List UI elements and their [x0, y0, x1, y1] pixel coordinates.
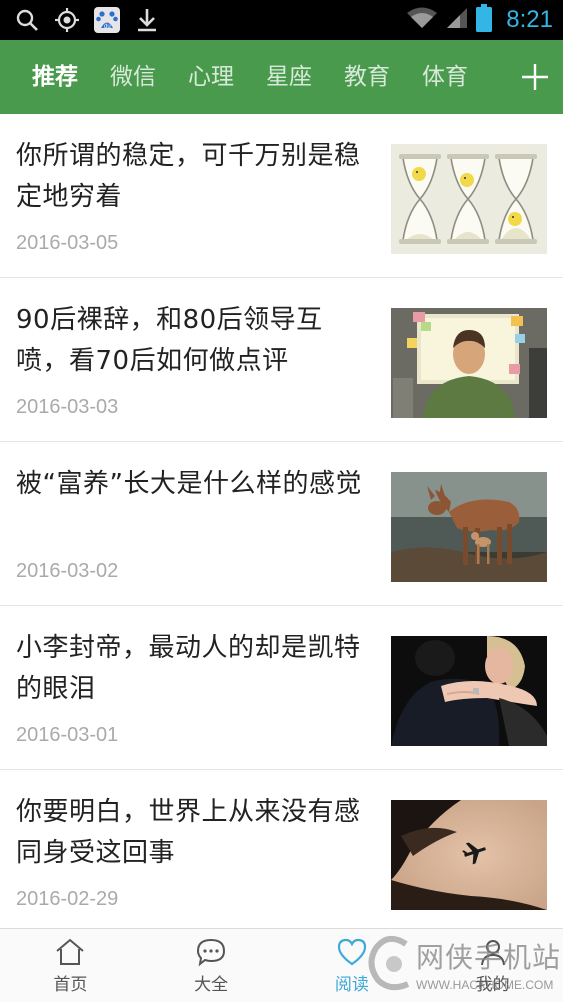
- article-list: 你所谓的稳定，可千万别是稳定地穷着 2016-03-05 90后裸辞，和80后领…: [0, 114, 563, 928]
- article-title: 你所谓的稳定，可千万别是稳定地穷着: [16, 141, 361, 212]
- search-icon: [12, 5, 42, 35]
- article-item[interactable]: 90后裸辞，和80后领导互喷，看70后如何做点评 2016-03-03: [0, 278, 563, 442]
- article-title: 90后裸辞，和80后领导互喷，看70后如何做点评: [16, 305, 323, 376]
- hug-image: [391, 636, 547, 746]
- user-icon: [480, 940, 505, 966]
- airplane-hand-image: [391, 800, 547, 910]
- baidu-label: du: [104, 24, 111, 30]
- app-screen: du 8:21 推荐 微信 心理 星座 教育 体育 你所谓的稳定，可千万别是稳定…: [0, 0, 563, 1002]
- baidu-icon: du: [92, 5, 122, 35]
- office-worker-image: [391, 308, 547, 418]
- signal-icon: [446, 6, 468, 34]
- nav-reading[interactable]: 阅读: [282, 929, 423, 1002]
- chat-bubble-icon: [197, 938, 226, 967]
- bottom-nav-bar: 首页 大全 阅读 我的: [0, 928, 563, 1002]
- battery-icon: [476, 4, 493, 36]
- hourglass-image: [391, 144, 547, 254]
- nav-home-label: 首页: [53, 975, 88, 995]
- nav-profile[interactable]: 我的: [422, 929, 563, 1002]
- article-title: 你要明白，世界上从来没有感同身受这回事: [16, 797, 361, 868]
- status-bar: du 8:21: [0, 0, 563, 40]
- add-channel-button[interactable]: [507, 40, 563, 114]
- heart-icon: [337, 938, 366, 966]
- clock: 8:21: [506, 6, 553, 33]
- nav-home[interactable]: 首页: [0, 929, 141, 1002]
- nav-catalog[interactable]: 大全: [141, 929, 282, 1002]
- article-date: 2016-03-03: [16, 396, 119, 418]
- article-item[interactable]: 你要明白，世界上从来没有感同身受这回事 2016-02-29: [0, 770, 563, 928]
- nav-profile-label: 我的: [475, 975, 510, 995]
- nav-reading-label: 阅读: [334, 975, 369, 995]
- article-item[interactable]: 你所谓的稳定，可千万别是稳定地穷着 2016-03-05: [0, 114, 563, 278]
- article-date: 2016-03-02: [16, 560, 119, 582]
- tab-wechat[interactable]: 微信: [94, 40, 172, 114]
- home-icon: [56, 938, 85, 965]
- download-icon: [132, 5, 162, 35]
- plus-icon: [522, 64, 548, 90]
- deer-image: [391, 472, 547, 582]
- gps-icon: [52, 5, 82, 35]
- wifi-icon: [406, 6, 438, 34]
- nav-catalog-label: 大全: [194, 975, 229, 995]
- channel-tabs: 推荐 微信 心理 星座 教育 体育: [0, 40, 484, 114]
- tab-sports[interactable]: 体育: [406, 40, 484, 114]
- channel-tab-bar: 推荐 微信 心理 星座 教育 体育: [0, 40, 563, 114]
- article-date: 2016-02-29: [16, 888, 119, 910]
- article-date: 2016-03-05: [16, 232, 119, 254]
- article-title: 被“富养”长大是什么样的感觉: [16, 469, 362, 499]
- tab-education[interactable]: 教育: [328, 40, 406, 114]
- article-title: 小李封帝，最动人的却是凯特的眼泪: [16, 633, 361, 704]
- tab-constellation[interactable]: 星座: [250, 40, 328, 114]
- tab-psychology[interactable]: 心理: [172, 40, 250, 114]
- tab-recommended[interactable]: 推荐: [0, 40, 94, 114]
- article-item[interactable]: 小李封帝，最动人的却是凯特的眼泪 2016-03-01: [0, 606, 563, 770]
- article-date: 2016-03-01: [16, 724, 119, 746]
- article-item[interactable]: 被“富养”长大是什么样的感觉 2016-03-02: [0, 442, 563, 606]
